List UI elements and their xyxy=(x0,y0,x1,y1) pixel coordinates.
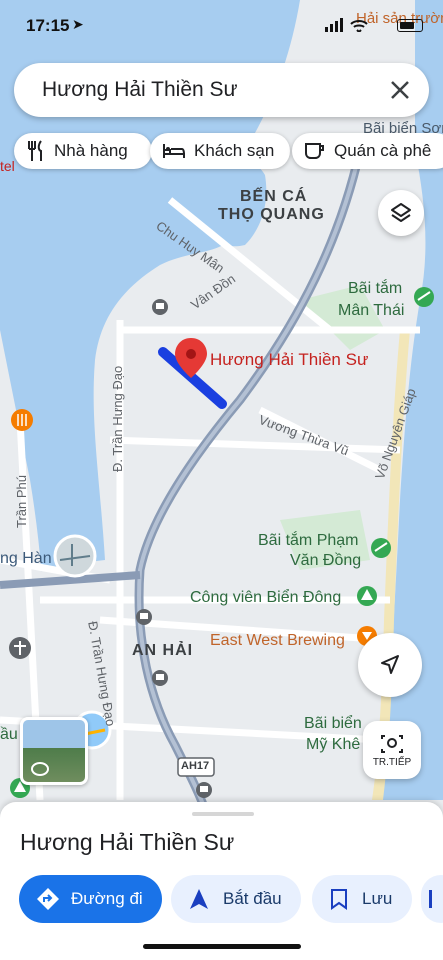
rotate-360-icon xyxy=(31,762,49,776)
poi-label[interactable]: Mỹ Khê xyxy=(306,736,360,754)
street-label: Đ. Trần Hưng Đạo xyxy=(110,365,125,472)
more-actions-button[interactable] xyxy=(421,875,443,923)
chip-cafes[interactable]: Quán cà phê xyxy=(292,133,443,169)
place-bottom-sheet[interactable]: Hương Hải Thiền Sư Đường đi Bắt đầu Lưu xyxy=(0,802,443,960)
restaurant-icon xyxy=(11,409,33,431)
street-view-thumbnail[interactable] xyxy=(20,717,88,785)
poi-label[interactable]: Bãi tắm xyxy=(348,280,402,298)
poi-label[interactable]: Mân Thái xyxy=(338,302,404,320)
directions-button[interactable]: Đường đi xyxy=(19,875,162,923)
bus-stop-icon xyxy=(152,299,168,315)
directions-icon xyxy=(37,888,59,910)
poi-label[interactable]: Công viên Biển Đông xyxy=(190,589,341,607)
area-label: ầu xyxy=(0,726,18,743)
signal-icon xyxy=(325,18,368,32)
highway-shield-label: AH17 xyxy=(181,760,210,772)
layers-icon xyxy=(391,203,411,222)
chip-label: Nhà hàng xyxy=(54,141,128,160)
bus-stop-icon-4 xyxy=(196,782,212,798)
poi-label[interactable]: ng Hàn xyxy=(0,550,52,568)
status-time: 17:15 xyxy=(26,16,70,35)
navigation-arrow-icon xyxy=(381,655,399,674)
place-title: Hương Hải Thiền Sư xyxy=(20,829,235,855)
directions-label: Đường đi xyxy=(71,889,143,908)
area-label: AN HẢI xyxy=(132,642,194,659)
street-label: Trần Phú xyxy=(14,475,29,528)
home-indicator[interactable] xyxy=(143,944,301,949)
layers-button[interactable] xyxy=(378,190,424,236)
contribute-button[interactable]: TR.TIẾP xyxy=(363,721,421,779)
close-icon[interactable] xyxy=(387,77,413,103)
poi-label[interactable]: East West Brewing xyxy=(210,632,345,650)
chip-hotels[interactable]: Khách sạn xyxy=(150,133,290,169)
church-icon xyxy=(9,637,31,659)
share-icon xyxy=(429,890,432,908)
contribute-label: TR.TIẾP xyxy=(372,756,412,768)
poi-label[interactable]: Bãi biển xyxy=(304,715,362,733)
location-arrow-icon: ➤ xyxy=(72,16,84,32)
bus-stop-icon-2 xyxy=(136,609,152,625)
battery-icon xyxy=(397,19,423,32)
park-icon xyxy=(357,586,377,606)
save-label: Lưu xyxy=(362,889,393,908)
sheet-grip[interactable] xyxy=(192,812,254,816)
my-location-button[interactable] xyxy=(358,633,422,697)
poi-label[interactable]: Văn Đồng xyxy=(290,552,361,570)
save-button[interactable]: Lưu xyxy=(312,875,412,923)
beach-icon-2 xyxy=(371,538,391,558)
beach-icon xyxy=(414,287,434,307)
area-label: BẾN CÁ xyxy=(240,188,308,205)
camera-pin-icon xyxy=(381,734,403,753)
bus-stop-icon-3 xyxy=(152,670,168,686)
status-bar: 17:15 ➤ xyxy=(0,0,443,52)
bookmark-icon xyxy=(331,889,347,910)
navigation-start-icon xyxy=(190,889,208,909)
start-button[interactable]: Bắt đầu xyxy=(171,875,301,923)
chip-label: Quán cà phê xyxy=(334,141,432,160)
bridge-photo-thumb xyxy=(53,534,97,578)
area-label: THỌ QUANG xyxy=(218,206,325,223)
chip-label: Khách sạn xyxy=(194,141,275,160)
search-bar[interactable]: Hương Hải Thiền Sư xyxy=(14,63,429,117)
coffee-cup-icon xyxy=(305,143,324,159)
start-label: Bắt đầu xyxy=(223,889,282,908)
chip-restaurants[interactable]: Nhà hàng xyxy=(14,133,152,169)
place-marker-label[interactable]: Hương Hải Thiền Sư xyxy=(210,350,368,370)
bed-icon xyxy=(163,144,185,158)
fork-knife-icon xyxy=(28,140,42,161)
poi-label[interactable]: Bãi tắm Phạm xyxy=(258,532,358,550)
category-chips: Nhà hàng Khách sạn Quán cà phê xyxy=(0,133,443,171)
search-query[interactable]: Hương Hải Thiền Sư xyxy=(42,78,238,102)
